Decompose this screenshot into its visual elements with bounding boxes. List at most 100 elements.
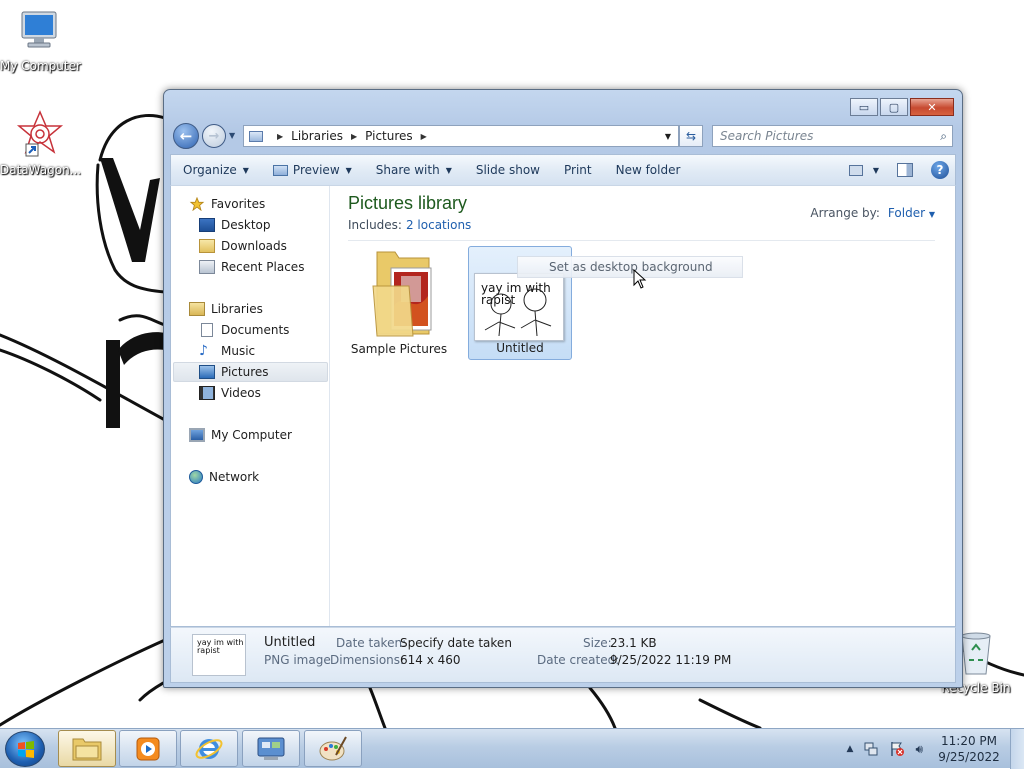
volume-speaker-icon[interactable]: 🔊︎ xyxy=(915,742,923,757)
share-with-label: Share with xyxy=(375,163,440,177)
dimensions-value: 614 x 460 xyxy=(400,653,461,667)
view-controls: ▼ ? xyxy=(848,161,955,179)
address-bar[interactable]: ▶ Libraries ▶ Pictures ▶ ▼ xyxy=(243,125,679,147)
nav-documents[interactable]: Documents xyxy=(199,320,289,340)
back-button[interactable]: ← xyxy=(173,123,199,149)
internet-explorer-icon xyxy=(195,738,223,759)
details-file-name: Untitled xyxy=(264,635,316,650)
nav-label: Libraries xyxy=(211,302,263,316)
taskbar-clock[interactable]: 11:20 PM 9/25/2022 xyxy=(928,733,1010,765)
maximize-button[interactable]: ▢ xyxy=(880,98,908,116)
nav-label: Recent Places xyxy=(221,260,305,274)
size-value: 23.1 KB xyxy=(610,636,657,650)
clock-time: 11:20 PM xyxy=(941,734,997,748)
nav-desktop[interactable]: Desktop xyxy=(199,215,271,235)
start-button[interactable] xyxy=(5,731,45,767)
desktop-icon-datawagon[interactable]: DataWagon... xyxy=(0,110,81,177)
taskbar-explorer-button[interactable] xyxy=(58,730,116,767)
nav-label: My Computer xyxy=(211,428,292,442)
nav-favorites[interactable]: Favorites xyxy=(189,194,265,214)
control-panel-icon xyxy=(257,737,285,760)
change-view-icon[interactable] xyxy=(848,164,863,176)
refresh-button[interactable]: ⇆ xyxy=(679,125,703,147)
taskbar-control-panel-button[interactable] xyxy=(242,730,300,767)
search-box[interactable]: Search Pictures ⌕ xyxy=(712,125,953,147)
breadcrumb-separator-icon[interactable]: ▶ xyxy=(351,132,357,141)
show-desktop-button[interactable] xyxy=(1010,729,1024,769)
details-pane: yay im with rapist Untitled PNG image Dat… xyxy=(170,627,956,683)
close-button[interactable]: ✕ xyxy=(910,98,954,116)
new-folder-button[interactable]: New folder xyxy=(604,159,693,181)
details-thumbnail: yay im with rapist xyxy=(192,634,246,676)
nav-label: Network xyxy=(209,470,260,484)
locations-link[interactable]: 2 locations xyxy=(406,218,471,232)
forward-button[interactable]: → xyxy=(202,124,226,148)
breadcrumb-separator-icon[interactable]: ▶ xyxy=(277,132,283,141)
notification-area: ▲ 🔊︎ 11:20 PM 9/25/2022 xyxy=(842,729,1024,769)
date-created-label: Date created: xyxy=(537,653,620,667)
recent-pages-dropdown[interactable]: ▼ xyxy=(229,131,235,140)
computer-icon xyxy=(189,428,205,442)
desktop-icon-label: My Computer xyxy=(0,59,81,73)
slide-show-button[interactable]: Slide show xyxy=(464,159,552,181)
minimize-button[interactable]: ▭ xyxy=(850,98,878,116)
date-taken-value[interactable]: Specify date taken xyxy=(400,636,512,650)
share-with-button[interactable]: Share with ▼ xyxy=(364,159,464,181)
nav-downloads[interactable]: Downloads xyxy=(199,236,287,256)
stick-figure-drawing xyxy=(484,288,552,337)
computer-icon xyxy=(21,11,57,48)
slide-show-label: Slide show xyxy=(475,163,540,177)
network-status-icon[interactable] xyxy=(863,741,879,757)
print-button[interactable]: Print xyxy=(552,159,604,181)
nav-music[interactable]: ♪ Music xyxy=(199,341,255,361)
nav-label: Downloads xyxy=(221,239,287,253)
nav-pictures[interactable]: Pictures xyxy=(173,362,328,382)
file-list-pane: Pictures library Includes: 2 locations Ar… xyxy=(331,186,955,626)
clock-date: 9/25/2022 xyxy=(938,750,1000,764)
arrange-by-dropdown[interactable]: Folder ▼ xyxy=(888,206,935,220)
nav-label: Videos xyxy=(221,386,261,400)
caption-buttons: ▭ ▢ ✕ xyxy=(850,98,954,116)
nav-recent-places[interactable]: Recent Places xyxy=(199,257,304,277)
search-icon[interactable]: ⌕ xyxy=(940,129,947,144)
nav-network[interactable]: Network xyxy=(189,467,259,487)
nav-videos[interactable]: Videos xyxy=(199,383,261,403)
nav-label: Music xyxy=(221,344,256,358)
mouse-pointer-icon xyxy=(633,269,647,289)
breadcrumb-pictures[interactable]: Pictures xyxy=(365,129,413,143)
action-center-flag-icon[interactable] xyxy=(889,741,905,757)
libraries-icon xyxy=(189,302,205,316)
show-hidden-icons-arrow-icon[interactable]: ▲ xyxy=(847,744,854,754)
size-label: Size: xyxy=(583,636,612,650)
breadcrumb-libraries[interactable]: Libraries xyxy=(291,129,343,143)
chevron-down-icon: ▼ xyxy=(345,165,352,175)
preview-button[interactable]: Preview ▼ xyxy=(261,159,364,181)
view-options-dropdown-icon[interactable]: ▼ xyxy=(873,166,879,175)
taskbar-paint-button[interactable] xyxy=(304,730,362,767)
taskbar-internet-explorer-button[interactable] xyxy=(180,730,238,767)
nav-my-computer[interactable]: My Computer xyxy=(189,425,292,445)
desktop-icon-my-computer[interactable]: My Computer xyxy=(0,8,81,73)
folder-item-sample-pictures[interactable]: Sample Pictures xyxy=(347,246,451,360)
includes-label: Includes: xyxy=(348,218,402,232)
arrange-value: Folder xyxy=(887,206,926,220)
nav-label: Documents xyxy=(221,323,290,337)
nav-label: Favorites xyxy=(211,197,266,211)
videos-film-icon xyxy=(199,386,215,400)
organize-button[interactable]: Organize ▼ xyxy=(171,159,261,181)
library-includes: Includes: 2 locations xyxy=(348,218,471,232)
set-desktop-background-tooltip[interactable]: Set as desktop background xyxy=(517,256,743,278)
nav-libraries[interactable]: Libraries xyxy=(189,299,263,319)
search-placeholder: Search Pictures xyxy=(720,129,814,143)
thumb-line: rapist xyxy=(197,646,220,655)
refresh-icon: ⇆ xyxy=(685,129,697,143)
breadcrumb-separator-icon[interactable]: ▶ xyxy=(421,132,427,141)
address-dropdown-icon[interactable]: ▼ xyxy=(658,132,678,141)
preview-pane-icon[interactable] xyxy=(897,163,913,177)
pictures-icon xyxy=(199,365,215,379)
command-bar: Organize ▼ Preview ▼ Share with ▼ Slide sho… xyxy=(170,154,956,185)
taskbar-media-player-button[interactable] xyxy=(119,730,177,767)
untitled-thumbnail: yay im with rapist xyxy=(474,273,564,341)
taskbar: ▲ 🔊︎ 11:20 PM 9/25/2022 xyxy=(0,728,1024,769)
help-icon[interactable]: ? xyxy=(931,161,949,179)
